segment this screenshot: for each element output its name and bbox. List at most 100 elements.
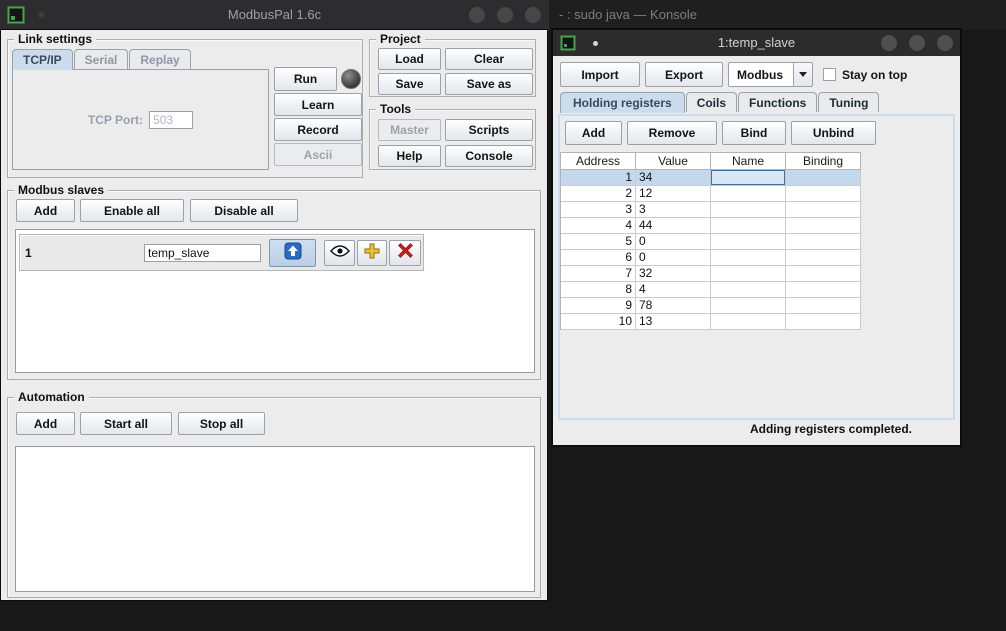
slave-delete-button[interactable] — [389, 240, 421, 266]
modbuspal-titlebar[interactable]: ModbusPal 1.6c — [0, 0, 549, 30]
value-cell[interactable]: 0 — [636, 234, 711, 250]
binding-cell[interactable] — [786, 314, 861, 330]
import-button[interactable]: Import — [560, 62, 640, 87]
slave-close-button[interactable] — [937, 35, 953, 51]
minimize-button[interactable] — [469, 7, 485, 23]
enable-all-button[interactable]: Enable all — [80, 199, 184, 222]
slave-duplicate-button[interactable] — [357, 240, 387, 266]
value-cell[interactable]: 44 — [636, 218, 711, 234]
slave-enabled-toggle[interactable] — [269, 239, 316, 267]
scripts-button[interactable]: Scripts — [445, 119, 533, 141]
name-cell[interactable] — [711, 314, 786, 330]
binding-cell[interactable] — [786, 298, 861, 314]
table-row[interactable]: 5 0 — [561, 234, 861, 250]
binding-cell[interactable] — [786, 218, 861, 234]
value-cell[interactable]: 32 — [636, 266, 711, 282]
binding-cell[interactable] — [786, 250, 861, 266]
binding-cell[interactable] — [786, 266, 861, 282]
ascii-button[interactable]: Ascii — [274, 143, 362, 166]
table-row[interactable]: 8 4 — [561, 282, 861, 298]
address-cell[interactable]: 8 — [561, 282, 636, 298]
column-header-binding[interactable]: Binding — [786, 152, 861, 170]
table-row[interactable]: 7 32 — [561, 266, 861, 282]
tab-holding-registers[interactable]: Holding registers — [560, 92, 685, 113]
start-all-button[interactable]: Start all — [80, 412, 172, 435]
table-row[interactable]: 9 78 — [561, 298, 861, 314]
name-cell[interactable] — [711, 234, 786, 250]
address-cell[interactable]: 10 — [561, 314, 636, 330]
combo-arrow-button[interactable] — [793, 63, 812, 86]
learn-button[interactable]: Learn — [274, 93, 362, 116]
register-remove-button[interactable]: Remove — [627, 121, 717, 145]
name-cell[interactable] — [711, 218, 786, 234]
run-button[interactable]: Run — [274, 67, 337, 91]
table-row[interactable]: 1 34 — [561, 170, 861, 186]
slave-titlebar[interactable]: 1:temp_slave — [553, 30, 960, 56]
binding-cell[interactable] — [786, 234, 861, 250]
tab-serial[interactable]: Serial — [74, 49, 129, 69]
slave-name-input[interactable] — [144, 244, 261, 262]
slave-maximize-button[interactable] — [909, 35, 925, 51]
value-cell[interactable]: 78 — [636, 298, 711, 314]
konsole-titlebar[interactable]: - : sudo java — Konsole — [549, 0, 1006, 30]
name-cell[interactable] — [711, 298, 786, 314]
binding-cell[interactable] — [786, 202, 861, 218]
stay-on-top-checkbox[interactable] — [823, 68, 836, 81]
register-bind-button[interactable]: Bind — [722, 121, 786, 145]
value-cell[interactable]: 12 — [636, 186, 711, 202]
tab-tcpip[interactable]: TCP/IP — [12, 49, 73, 70]
register-unbind-button[interactable]: Unbind — [791, 121, 876, 145]
name-cell[interactable] — [711, 170, 786, 186]
export-button[interactable]: Export — [645, 62, 723, 87]
modbus-mode-select[interactable]: Modbus — [728, 62, 813, 87]
value-cell[interactable]: 0 — [636, 250, 711, 266]
name-cell[interactable] — [711, 186, 786, 202]
name-cell[interactable] — [711, 202, 786, 218]
value-cell[interactable]: 13 — [636, 314, 711, 330]
tab-tuning[interactable]: Tuning — [818, 92, 879, 112]
tab-replay[interactable]: Replay — [129, 49, 190, 69]
value-cell[interactable]: 34 — [636, 170, 711, 186]
slaves-add-button[interactable]: Add — [16, 199, 75, 222]
name-cell[interactable] — [711, 250, 786, 266]
address-cell[interactable]: 5 — [561, 234, 636, 250]
address-cell[interactable]: 2 — [561, 186, 636, 202]
automation-add-button[interactable]: Add — [16, 412, 75, 435]
maximize-button[interactable] — [497, 7, 513, 23]
record-button[interactable]: Record — [274, 118, 362, 141]
master-button[interactable]: Master — [378, 119, 441, 141]
column-header-value[interactable]: Value — [636, 152, 711, 170]
table-row[interactable]: 3 3 — [561, 202, 861, 218]
close-button[interactable] — [525, 7, 541, 23]
tab-functions[interactable]: Functions — [738, 92, 817, 112]
address-cell[interactable]: 7 — [561, 266, 636, 282]
stop-all-button[interactable]: Stop all — [178, 412, 265, 435]
binding-cell[interactable] — [786, 170, 861, 186]
table-row[interactable]: 4 44 — [561, 218, 861, 234]
table-row[interactable]: 10 13 — [561, 314, 861, 330]
value-cell[interactable]: 4 — [636, 282, 711, 298]
address-cell[interactable]: 1 — [561, 170, 636, 186]
table-row[interactable]: 6 0 — [561, 250, 861, 266]
slave-show-button[interactable] — [324, 240, 355, 266]
value-cell[interactable]: 3 — [636, 202, 711, 218]
name-cell[interactable] — [711, 266, 786, 282]
help-button[interactable]: Help — [378, 145, 441, 167]
register-add-button[interactable]: Add — [565, 121, 622, 145]
binding-cell[interactable] — [786, 282, 861, 298]
disable-all-button[interactable]: Disable all — [190, 199, 298, 222]
binding-cell[interactable] — [786, 186, 861, 202]
slave-minimize-button[interactable] — [881, 35, 897, 51]
save-button[interactable]: Save — [378, 73, 441, 95]
console-button[interactable]: Console — [445, 145, 533, 167]
tab-coils[interactable]: Coils — [686, 92, 737, 112]
address-cell[interactable]: 9 — [561, 298, 636, 314]
table-row[interactable]: 2 12 — [561, 186, 861, 202]
column-header-address[interactable]: Address — [561, 152, 636, 170]
save-as-button[interactable]: Save as — [445, 73, 533, 95]
address-cell[interactable]: 3 — [561, 202, 636, 218]
load-button[interactable]: Load — [378, 48, 441, 70]
address-cell[interactable]: 4 — [561, 218, 636, 234]
tcp-port-input[interactable] — [149, 111, 193, 129]
slave-row[interactable]: 1 — [19, 234, 424, 271]
